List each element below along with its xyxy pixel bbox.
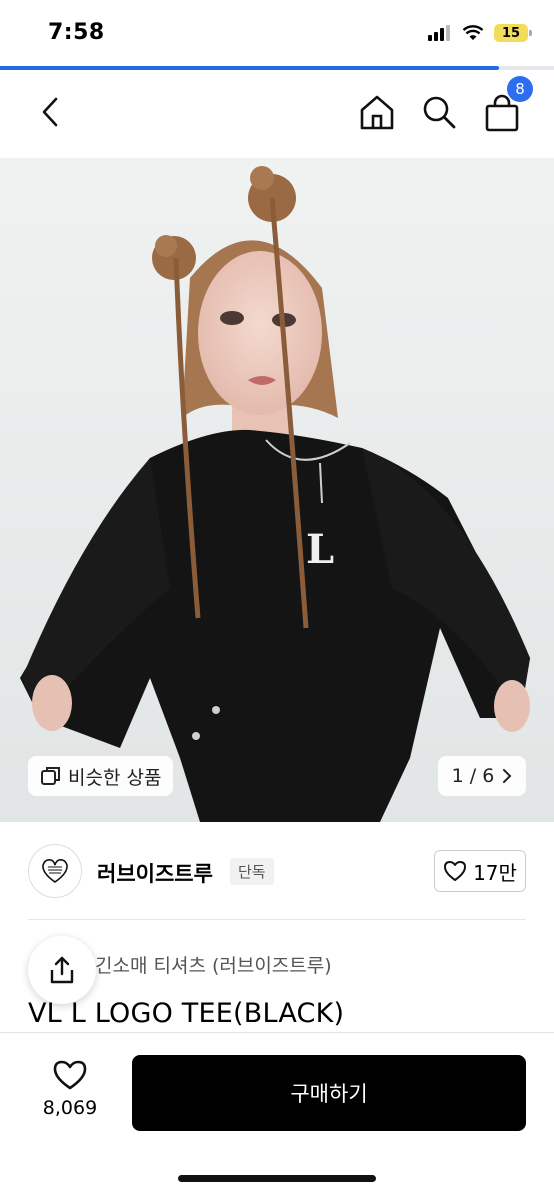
buy-button[interactable]: 구매하기 xyxy=(132,1055,526,1131)
chevron-left-icon xyxy=(42,97,58,127)
brand-like-button[interactable]: 17만 xyxy=(434,850,526,892)
share-button[interactable] xyxy=(28,936,96,1004)
signal-icon xyxy=(428,25,450,41)
product-image-gallery[interactable]: L 비슷한 상품 1 / 6 xyxy=(0,158,554,822)
section-divider xyxy=(28,919,526,920)
brand-name[interactable]: 러브이즈트루 xyxy=(97,858,213,888)
product-photo: L xyxy=(0,158,554,822)
chevron-right-icon xyxy=(503,769,512,783)
product-category[interactable]: 긴소매 티셔츠 (러브이즈트루) xyxy=(95,951,332,978)
svg-text:L: L xyxy=(306,526,334,573)
similar-products-button[interactable]: 비슷한 상품 xyxy=(28,756,174,796)
heart-logo-icon xyxy=(42,859,68,883)
image-pager-button[interactable]: 1 / 6 xyxy=(438,756,526,796)
image-pager-text: 1 / 6 xyxy=(451,765,495,787)
home-indicator xyxy=(178,1175,376,1182)
battery-indicator: 15 xyxy=(494,24,532,42)
heart-icon xyxy=(53,1060,87,1090)
product-title: VL L LOGO TEE(BLACK) xyxy=(28,998,345,1029)
cart-count-badge: 8 xyxy=(507,76,533,102)
status-icons: 15 xyxy=(428,24,532,42)
home-button[interactable] xyxy=(356,90,398,134)
wishlist-count: 8,069 xyxy=(42,1097,98,1119)
copy-icon xyxy=(41,767,60,785)
status-bar: 7:58 15 xyxy=(0,0,554,66)
brand-row: 러브이즈트루 단독 17만 xyxy=(0,822,554,920)
back-button[interactable] xyxy=(30,90,70,134)
navigation-bar: 8 xyxy=(0,70,554,158)
share-icon xyxy=(50,956,74,984)
home-icon xyxy=(360,95,394,130)
status-time: 7:58 xyxy=(48,20,105,45)
battery-level: 15 xyxy=(501,25,521,41)
search-icon xyxy=(423,96,456,129)
brand-like-count: 17만 xyxy=(473,860,517,885)
search-button[interactable] xyxy=(418,90,460,134)
wishlist-button[interactable]: 8,069 xyxy=(28,1059,112,1119)
heart-icon xyxy=(444,861,467,881)
brand-logo[interactable] xyxy=(28,844,82,898)
cart-button[interactable]: 8 xyxy=(481,76,533,134)
wifi-icon xyxy=(462,25,484,40)
similar-products-label: 비슷한 상품 xyxy=(68,766,162,789)
exclusive-badge: 단독 xyxy=(230,858,274,885)
